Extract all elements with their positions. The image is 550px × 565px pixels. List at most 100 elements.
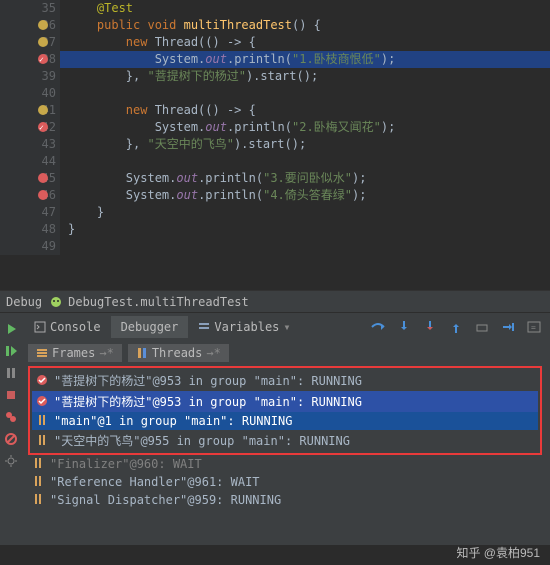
thread-text: "Signal Dispatcher"@959: RUNNING bbox=[50, 493, 281, 507]
thread-row[interactable]: "菩提树下的杨过"@953 in group "main": RUNNING bbox=[32, 370, 538, 391]
thread-icon bbox=[36, 414, 50, 428]
code-line[interactable]: 44 bbox=[0, 153, 550, 170]
gutter[interactable]: 40 bbox=[0, 85, 60, 102]
stop-icon[interactable] bbox=[4, 388, 20, 404]
thread-row[interactable]: "Signal Dispatcher"@959: RUNNING bbox=[28, 491, 542, 509]
code-text: }, "菩提树下的杨过").start(); bbox=[60, 68, 318, 85]
pause-icon[interactable] bbox=[4, 366, 20, 382]
code-line[interactable]: 40 bbox=[0, 85, 550, 102]
thread-text: "天空中的飞鸟"@955 in group "main": RUNNING bbox=[54, 432, 350, 449]
gutter[interactable]: 48 bbox=[0, 221, 60, 238]
step-into-icon[interactable] bbox=[396, 319, 412, 335]
breakpoint-conditional-icon[interactable] bbox=[34, 103, 48, 117]
drop-frame-icon[interactable] bbox=[474, 319, 490, 335]
thread-text: "Finalizer"@960: WAIT bbox=[50, 457, 202, 471]
thread-text: "菩提树下的杨过"@953 in group "main": RUNNING bbox=[54, 372, 362, 389]
code-line[interactable]: 47 } bbox=[0, 204, 550, 221]
breakpoint-conditional-icon[interactable] bbox=[34, 18, 48, 32]
code-line[interactable]: 37 new Thread(() -> { bbox=[0, 34, 550, 51]
code-text: }, "天空中的飞鸟").start(); bbox=[60, 136, 306, 153]
step-over-icon[interactable] bbox=[370, 319, 386, 335]
code-text bbox=[60, 153, 68, 170]
gutter[interactable]: 38 bbox=[0, 51, 60, 68]
code-line[interactable]: 48} bbox=[0, 221, 550, 238]
highlighted-threads-box: "菩提树下的杨过"@953 in group "main": RUNNING "菩… bbox=[28, 366, 542, 455]
code-text: public void multiThreadTest() { bbox=[60, 17, 321, 34]
image-credit: 知乎 @袁柏951 bbox=[456, 544, 540, 561]
code-line[interactable]: 35 @Test bbox=[0, 0, 550, 17]
debug-label: Debug bbox=[6, 295, 42, 309]
gutter[interactable]: 44 bbox=[0, 153, 60, 170]
mute-breakpoints-icon[interactable] bbox=[4, 432, 20, 448]
gutter[interactable]: 37 bbox=[0, 34, 60, 51]
code-text: System.out.println("2.卧梅又闻花"); bbox=[60, 119, 395, 136]
gutter[interactable]: 42 bbox=[0, 119, 60, 136]
code-text: new Thread(() -> { bbox=[60, 102, 256, 119]
code-text: System.out.println("1.卧枝商恨低"); bbox=[60, 51, 395, 68]
gutter[interactable]: 36 bbox=[0, 17, 60, 34]
code-text: System.out.println("4.倚头答春绿"); bbox=[60, 187, 366, 204]
tab-debugger[interactable]: Debugger bbox=[111, 316, 189, 338]
code-text bbox=[60, 238, 68, 255]
code-line[interactable]: 42 System.out.println("2.卧梅又闻花"); bbox=[0, 119, 550, 136]
dropdown-icon[interactable]: ▾ bbox=[283, 320, 290, 334]
code-text bbox=[60, 85, 68, 102]
thread-icon bbox=[32, 493, 46, 507]
resume-icon[interactable] bbox=[4, 344, 20, 360]
thread-icon bbox=[32, 475, 46, 489]
gutter[interactable]: 46 bbox=[0, 187, 60, 204]
debug-session: DebugTest.multiThreadTest bbox=[68, 295, 249, 309]
view-breakpoints-icon[interactable] bbox=[4, 410, 20, 426]
thread-row[interactable]: "菩提树下的杨过"@953 in group "main": RUNNING bbox=[32, 391, 538, 412]
breakpoint-verified-icon[interactable] bbox=[34, 120, 48, 134]
gutter[interactable]: 35 bbox=[0, 0, 60, 17]
code-line[interactable]: 43 }, "天空中的飞鸟").start(); bbox=[0, 136, 550, 153]
breakpoint-icon[interactable] bbox=[34, 171, 48, 185]
tab-variables[interactable]: Variables ▾ bbox=[188, 316, 300, 338]
threads-panel[interactable]: Frames →* Threads →* "菩提树下的杨过"@953 in gr… bbox=[24, 340, 550, 545]
code-line[interactable]: 36 public void multiThreadTest() { bbox=[0, 17, 550, 34]
breakpoint-verified-icon[interactable] bbox=[34, 52, 48, 66]
thread-text: "main"@1 in group "main": RUNNING bbox=[54, 414, 292, 428]
run-to-cursor-icon[interactable] bbox=[500, 319, 516, 335]
breakpoint-icon[interactable] bbox=[34, 188, 48, 202]
code-text: new Thread(() -> { bbox=[60, 34, 256, 51]
thread-row[interactable]: "天空中的飞鸟"@955 in group "main": RUNNING bbox=[32, 430, 538, 451]
thread-icon bbox=[32, 457, 46, 471]
code-text: } bbox=[60, 204, 104, 221]
gutter[interactable]: 47 bbox=[0, 204, 60, 221]
code-line[interactable]: 46 System.out.println("4.倚头答春绿"); bbox=[0, 187, 550, 204]
code-line[interactable]: 49 bbox=[0, 238, 550, 255]
tab-console[interactable]: Console bbox=[24, 316, 111, 338]
evaluate-icon[interactable]: = bbox=[526, 319, 542, 335]
debug-header: Debug DebugTest.multiThreadTest bbox=[0, 290, 550, 312]
bug-icon bbox=[50, 296, 62, 308]
code-line[interactable]: 38 System.out.println("1.卧枝商恨低"); bbox=[0, 51, 550, 68]
force-step-into-icon[interactable] bbox=[422, 319, 438, 335]
gutter[interactable]: 43 bbox=[0, 136, 60, 153]
thread-icon bbox=[36, 434, 50, 448]
thread-row[interactable]: "Finalizer"@960: WAIT bbox=[28, 455, 542, 473]
gutter[interactable]: 41 bbox=[0, 102, 60, 119]
thread-icon bbox=[36, 395, 50, 409]
code-line[interactable]: 41 new Thread(() -> { bbox=[0, 102, 550, 119]
debug-tab-bar: Console Debugger Variables ▾ = bbox=[0, 312, 550, 340]
step-out-icon[interactable] bbox=[448, 319, 464, 335]
debug-panel: Frames →* Threads →* "菩提树下的杨过"@953 in gr… bbox=[0, 340, 550, 545]
breakpoint-conditional-icon[interactable] bbox=[34, 35, 48, 49]
gutter[interactable]: 45 bbox=[0, 170, 60, 187]
svg-text:=: = bbox=[531, 323, 536, 332]
code-line[interactable]: 45 System.out.println("3.要问卧似水"); bbox=[0, 170, 550, 187]
settings-icon[interactable] bbox=[4, 454, 20, 470]
gutter[interactable]: 39 bbox=[0, 68, 60, 85]
subtab-threads[interactable]: Threads →* bbox=[128, 344, 229, 362]
code-line[interactable]: 39 }, "菩提树下的杨过").start(); bbox=[0, 68, 550, 85]
code-text: System.out.println("3.要问卧似水"); bbox=[60, 170, 366, 187]
thread-row[interactable]: "Reference Handler"@961: WAIT bbox=[28, 473, 542, 491]
subtab-frames[interactable]: Frames →* bbox=[28, 344, 122, 362]
code-editor[interactable]: 35 @Test36 public void multiThreadTest()… bbox=[0, 0, 550, 290]
gutter[interactable]: 49 bbox=[0, 238, 60, 255]
thread-text: "菩提树下的杨过"@953 in group "main": RUNNING bbox=[54, 393, 362, 410]
rerun-icon[interactable] bbox=[5, 322, 19, 336]
thread-row[interactable]: "main"@1 in group "main": RUNNING bbox=[32, 412, 538, 430]
